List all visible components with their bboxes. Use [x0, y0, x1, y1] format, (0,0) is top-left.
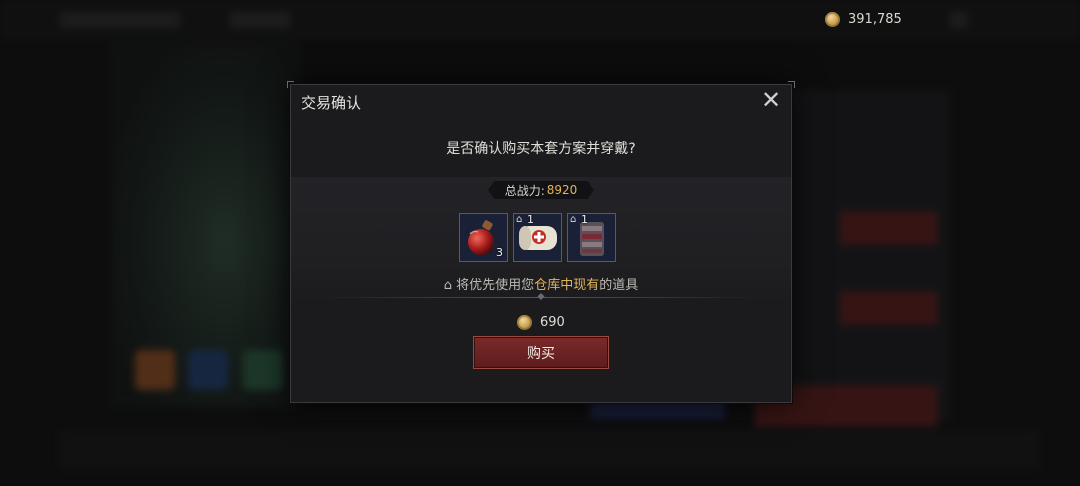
trade-confirm-dialog: 交易确认 ✕ 是否确认购买本套方案并穿戴? 总战力: 8920 3 ⌂ 1 ⌂ …: [287, 81, 795, 403]
item-slot-bandage[interactable]: ⌂ 1: [513, 213, 562, 262]
storage-icon: ⌂: [516, 214, 523, 225]
confirm-question: 是否确认购买本套方案并穿戴?: [446, 141, 636, 157]
total-power: 总战力: 8920: [491, 181, 591, 199]
gold-coin-icon: [825, 12, 840, 27]
dialog-title: 交易确认: [301, 94, 362, 112]
background-bottom-bar: [60, 430, 1040, 470]
priority-suffix: 的道具: [599, 278, 639, 293]
buy-button[interactable]: 购买: [473, 336, 609, 369]
priority-prefix: 将优先使用您: [456, 278, 535, 293]
priority-highlight: 仓库中现有: [534, 278, 600, 293]
item-slot-potion[interactable]: 3: [459, 213, 508, 262]
item-count: 3: [496, 246, 503, 259]
item-list: 3 ⌂ 1 ⌂ 1: [459, 213, 616, 262]
close-icon[interactable]: ✕: [759, 88, 783, 113]
item-slot-armor[interactable]: ⌂ 1: [567, 213, 616, 262]
gold-counter: 391,785: [825, 12, 902, 27]
storage-icon: ⌂: [570, 214, 577, 225]
divider: [321, 297, 761, 298]
gold-amount: 391,785: [848, 12, 902, 27]
game-screen: 391,785 交易确认 ✕ 是否确认购买本套方案并穿戴? 总战力: 8920: [0, 0, 1080, 486]
background-topbar: [0, 0, 1080, 40]
power-value: 8920: [546, 183, 578, 197]
storage-priority-note: ⌂ 将优先使用您仓库中现有的道具: [291, 274, 791, 293]
price-value: 690: [540, 315, 565, 330]
storage-icon: ⌂: [443, 278, 453, 293]
item-count: 1: [581, 213, 588, 226]
power-label: 总战力:: [504, 183, 545, 198]
item-count: 1: [527, 213, 534, 226]
gold-coin-icon: [517, 315, 532, 330]
price: 690: [517, 315, 565, 330]
